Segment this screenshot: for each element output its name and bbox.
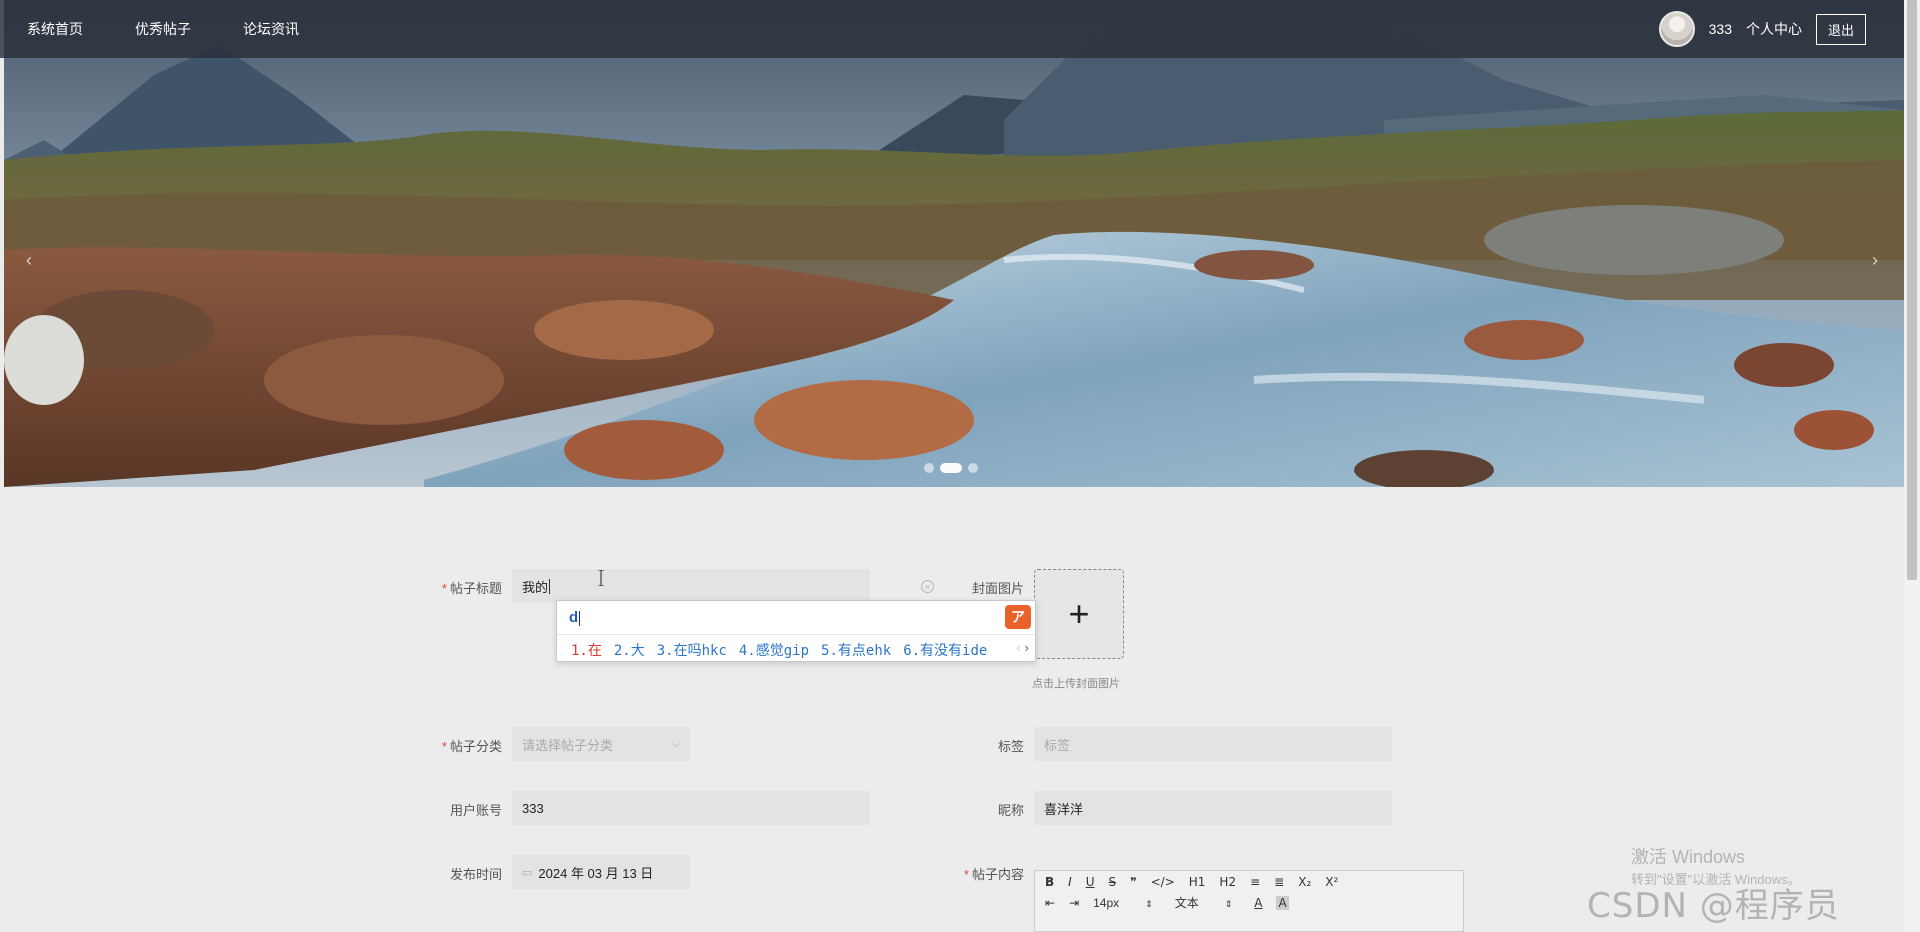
avatar[interactable]	[1658, 11, 1695, 47]
quote-button[interactable]: ❞	[1130, 875, 1136, 889]
profile-link[interactable]: 个人中心	[1746, 19, 1802, 39]
plus-icon: +	[1068, 593, 1090, 634]
ime-candidate-2[interactable]: 2.大	[614, 640, 645, 660]
nickname-label: 昵称	[997, 803, 1024, 818]
account-value: 333	[522, 800, 544, 816]
chevron-down-icon: ⌵	[672, 738, 680, 750]
ime-caret	[579, 610, 581, 626]
ime-candidate-4[interactable]: 4.感觉gip	[739, 640, 809, 660]
nav-featured-posts[interactable]: 优秀帖子	[135, 19, 191, 39]
updown-icon: ⇕	[1145, 898, 1153, 909]
page-scrollbar[interactable]	[1904, 0, 1920, 932]
block-type-select[interactable]: 文本 ⇕	[1175, 894, 1233, 911]
title-input[interactable]: 我的	[512, 569, 870, 603]
carousel-prev-arrow[interactable]: ‹	[26, 250, 32, 271]
text-caret	[549, 578, 551, 594]
ime-prev-page-icon[interactable]: ‹	[1016, 640, 1020, 655]
scrollbar-thumb[interactable]	[1907, 0, 1917, 580]
italic-button[interactable]: I	[1068, 875, 1072, 889]
carousel-next-arrow[interactable]: ›	[1872, 250, 1878, 271]
h2-button[interactable]: H2	[1219, 875, 1236, 889]
title-input-value: 我的	[522, 579, 549, 595]
updown-icon: ⇕	[1224, 899, 1233, 909]
tags-input[interactable]: 标签	[1034, 727, 1392, 761]
account-input[interactable]: 333	[512, 791, 870, 825]
bullet-list-button[interactable]: ≣	[1274, 875, 1284, 889]
required-mark: *	[441, 581, 447, 596]
banner-landscape-image	[4, 0, 1904, 487]
ime-logo-icon: ア	[1005, 605, 1031, 629]
ime-candidate-list: 1.在 2.大 3.在吗hkc 4.感觉gip 5.有点ehk 6.有没有ide	[571, 640, 987, 660]
rich-text-editor[interactable]: B I U S ❞ </> H1 H2 ≡ ≣ X₂ X² ⇤ ⇥ 14px ⇕ …	[1034, 870, 1464, 932]
logout-button[interactable]: 退出	[1815, 13, 1866, 45]
background-color-icon[interactable]: A	[1276, 895, 1289, 910]
h1-button[interactable]: H1	[1189, 875, 1206, 889]
ordered-list-button[interactable]: ≡	[1250, 875, 1260, 889]
ime-divider	[557, 634, 1035, 635]
ime-candidate-1[interactable]: 1.在	[571, 640, 602, 660]
nav-forum-news[interactable]: 论坛资讯	[243, 19, 299, 39]
tags-placeholder: 标签	[1044, 737, 1071, 753]
windows-activation-title: 激活 Windows	[1631, 847, 1746, 867]
publish-time-value: 2024 年 03 月 13 日	[538, 865, 654, 881]
tags-label: 标签	[997, 739, 1024, 754]
text-cursor-icon	[598, 570, 604, 586]
cover-upload-hint: 点击上传封面图片	[1032, 678, 1120, 690]
editor-toolbar-row-1: B I U S ❞ </> H1 H2 ≡ ≣ X₂ X²	[1035, 871, 1463, 892]
required-mark: *	[963, 867, 969, 882]
banner-carousel[interactable]: ‹ ›	[4, 0, 1904, 487]
ime-page-nav: ‹ ›	[1016, 640, 1029, 655]
cover-label: 封面图片	[971, 581, 1024, 596]
category-label: * 帖子分类	[441, 739, 502, 754]
csdn-watermark: CSDN @程序员code	[1587, 886, 1840, 932]
category-select[interactable]: 请选择帖子分类 ⌵	[512, 727, 690, 761]
font-size-select[interactable]: 14px ⇕	[1093, 896, 1153, 910]
font-color-icon[interactable]: A	[1254, 896, 1262, 910]
superscript-button[interactable]: X²	[1325, 875, 1338, 889]
nav-home[interactable]: 系统首页	[27, 19, 83, 39]
ime-candidate-5[interactable]: 5.有点ehk	[821, 640, 891, 660]
ime-next-page-icon[interactable]: ›	[1025, 640, 1029, 655]
underline-button[interactable]: U	[1086, 875, 1095, 889]
ime-candidate-popup: d ア 1.在 2.大 3.在吗hkc 4.感觉gip 5.有点ehk 6.有没…	[556, 600, 1036, 662]
carousel-dot-3[interactable]	[968, 463, 978, 473]
outdent-button[interactable]: ⇤	[1045, 896, 1055, 910]
editor-toolbar-row-2: ⇤ ⇥ 14px ⇕ 文本 ⇕ A A	[1035, 892, 1463, 913]
content-label: * 帖子内容	[963, 867, 1024, 882]
publish-time-picker[interactable]: ▭ 2024 年 03 月 13 日	[512, 855, 690, 889]
publish-time-label: 发布时间	[449, 867, 502, 882]
cover-upload-button[interactable]: +	[1034, 569, 1124, 659]
code-button[interactable]: </>	[1151, 875, 1175, 889]
category-placeholder: 请选择帖子分类	[522, 737, 614, 753]
bold-button[interactable]: B	[1045, 875, 1054, 889]
ime-candidate-3[interactable]: 3.在吗hkc	[657, 640, 727, 660]
indent-button[interactable]: ⇥	[1069, 896, 1079, 910]
required-mark: *	[441, 739, 447, 754]
strikethrough-button[interactable]: S	[1109, 875, 1117, 889]
carousel-dot-2[interactable]	[940, 463, 962, 473]
nickname-value: 喜洋洋	[1044, 801, 1084, 817]
nickname-input[interactable]: 喜洋洋	[1034, 791, 1392, 825]
ime-candidate-6[interactable]: 6.有没有ide	[903, 640, 987, 660]
carousel-dot-1[interactable]	[924, 463, 934, 473]
user-area: 333 个人中心 退出	[1658, 0, 1866, 58]
ime-composition: d	[569, 609, 581, 626]
account-label: 用户账号	[449, 803, 502, 818]
title-label: * 帖子标题	[441, 581, 502, 596]
subscript-button[interactable]: X₂	[1298, 875, 1311, 889]
username: 333	[1708, 21, 1732, 37]
carousel-indicators	[924, 463, 978, 473]
calendar-icon: ▭	[522, 866, 533, 879]
top-navbar: 系统首页 优秀帖子 论坛资讯 333 个人中心 退出	[0, 0, 1904, 58]
